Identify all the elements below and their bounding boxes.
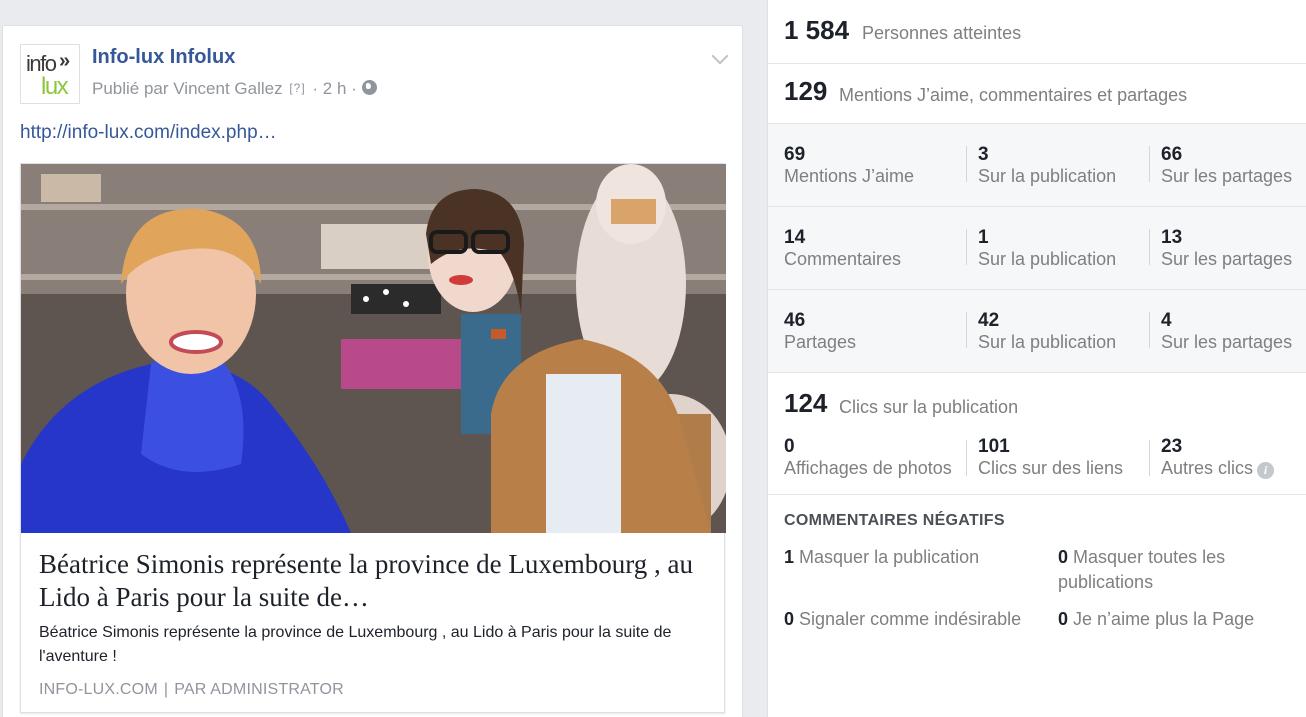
engagement-row: 129 Mentions J’aime, commentaires et par… bbox=[768, 64, 1306, 124]
stat-label: Sur les partages bbox=[1161, 166, 1293, 186]
divider bbox=[966, 146, 967, 182]
insights-panel: 1 584 Personnes atteintes 129 Mentions J… bbox=[767, 0, 1306, 717]
neg-value: 0 bbox=[1058, 547, 1069, 567]
neg-label: Masquer toutes les publications bbox=[1058, 547, 1226, 592]
source-author: PAR ADMINISTRATOR bbox=[174, 681, 344, 698]
stat-label: Mentions J’aime bbox=[784, 166, 915, 186]
link-attachment[interactable]: Béatrice Simonis représente la province … bbox=[20, 163, 726, 713]
stat-value: 3 bbox=[978, 144, 989, 165]
post-header: info » lux Info-lux Infolux Publié par V… bbox=[20, 44, 730, 104]
source-domain: INFO-LUX.COM bbox=[39, 681, 158, 698]
divider bbox=[1149, 146, 1150, 182]
published-by[interactable]: Publié par Vincent Gallez bbox=[92, 79, 283, 98]
stat-value: 66 bbox=[1161, 144, 1183, 165]
engagement-value: 129 bbox=[784, 76, 828, 106]
stat-value: 14 bbox=[784, 227, 806, 248]
stat-value: 1 bbox=[978, 227, 989, 248]
attachment-title[interactable]: Béatrice Simonis représente la province … bbox=[39, 548, 714, 614]
neg-value: 1 bbox=[784, 547, 795, 567]
engagement-label: Mentions J’aime, commentaires et partage… bbox=[839, 85, 1188, 105]
neg-value: 0 bbox=[1058, 609, 1069, 629]
post-time[interactable]: 2 h bbox=[323, 79, 347, 98]
chevron-down-icon[interactable] bbox=[711, 47, 729, 65]
meta-dot: · bbox=[351, 79, 357, 98]
source-separator: | bbox=[163, 681, 169, 698]
other-clicks-label: Autres clics bbox=[1161, 458, 1254, 478]
neg-hide-all: 0 Masquer toutes les publications bbox=[1058, 545, 1288, 595]
help-marker[interactable]: [?] bbox=[287, 80, 307, 96]
neg-label: Signaler comme indésirable bbox=[799, 609, 1022, 629]
stat-label: Sur la publication bbox=[978, 166, 1117, 186]
reach-label: Personnes atteintes bbox=[862, 23, 1022, 43]
neg-hide-post: 1 Masquer la publication bbox=[784, 545, 1044, 570]
logo-arrow: » bbox=[59, 50, 70, 72]
divider bbox=[966, 440, 967, 476]
stat-label: Autres clics i bbox=[1161, 458, 1275, 479]
stat-label: Sur les partages bbox=[1161, 249, 1293, 269]
stat-value: 13 bbox=[1161, 227, 1183, 248]
stat-value: 42 bbox=[978, 310, 1000, 331]
globe-icon[interactable] bbox=[361, 80, 377, 95]
stat-value: 4 bbox=[1161, 310, 1172, 331]
stat-label: Affichages de photos bbox=[784, 458, 952, 478]
post-card: info » lux Info-lux Infolux Publié par V… bbox=[2, 25, 743, 717]
clicks-value: 124 bbox=[784, 388, 828, 418]
negative-feedback-section: COMMENTAIRES NÉGATIFS 1 Masquer la publi… bbox=[768, 494, 1306, 717]
stat-value: 101 bbox=[978, 436, 1010, 457]
attachment-photo[interactable] bbox=[21, 164, 726, 533]
shares-row: 46 Partages 42 Sur la publication 4 Sur … bbox=[768, 290, 1306, 373]
reach-row: 1 584 Personnes atteintes bbox=[768, 0, 1306, 64]
divider bbox=[966, 312, 967, 348]
clicks-section: 124 Clics sur la publication 0 Affichage… bbox=[768, 374, 1306, 494]
divider bbox=[1149, 312, 1150, 348]
stat-value: 0 bbox=[784, 436, 795, 457]
divider bbox=[966, 229, 967, 265]
stat-value: 69 bbox=[784, 144, 806, 165]
reach-value: 1 584 bbox=[784, 15, 850, 45]
divider bbox=[1149, 440, 1150, 476]
stat-label: Sur la publication bbox=[978, 332, 1117, 352]
clicks-label: Clics sur la publication bbox=[839, 397, 1019, 417]
stat-label: Partages bbox=[784, 332, 857, 352]
stat-value: 46 bbox=[784, 310, 806, 331]
neg-label: Je n’aime plus la Page bbox=[1073, 609, 1255, 629]
stat-value: 23 bbox=[1161, 436, 1183, 457]
stat-label: Commentaires bbox=[784, 249, 902, 269]
neg-report-spam: 0 Signaler comme indésirable bbox=[784, 607, 1054, 632]
stat-label: Sur les partages bbox=[1161, 332, 1293, 352]
neg-unlike-page: 0 Je n’aime plus la Page bbox=[1058, 607, 1298, 632]
post-meta: Publié par Vincent Gallez [?] · 2 h · bbox=[92, 79, 377, 99]
photo-illustration bbox=[21, 164, 726, 533]
info-icon[interactable]: i bbox=[1257, 462, 1275, 479]
attachment-description: Béatrice Simonis représente la province … bbox=[39, 624, 672, 665]
page-avatar[interactable]: info » lux bbox=[20, 44, 80, 104]
likes-row: 69 Mentions J’aime 3 Sur la publication … bbox=[768, 124, 1306, 207]
stat-label: Clics sur des liens bbox=[978, 458, 1124, 478]
divider bbox=[1149, 229, 1150, 265]
negative-feedback-title: COMMENTAIRES NÉGATIFS bbox=[784, 512, 1005, 529]
neg-label: Masquer la publication bbox=[799, 547, 980, 567]
meta-dot: · bbox=[312, 79, 319, 98]
post-link[interactable]: http://info-lux.com/index.php… bbox=[20, 122, 277, 144]
neg-value: 0 bbox=[784, 609, 795, 629]
logo-text-bottom: lux bbox=[41, 73, 69, 100]
page-name-link[interactable]: Info-lux Infolux bbox=[92, 46, 235, 69]
attachment-source: INFO-LUX.COM | PAR ADMINISTRATOR bbox=[39, 681, 344, 699]
stat-label: Sur la publication bbox=[978, 249, 1117, 269]
comments-row: 14 Commentaires 1 Sur la publication 13 … bbox=[768, 207, 1306, 290]
